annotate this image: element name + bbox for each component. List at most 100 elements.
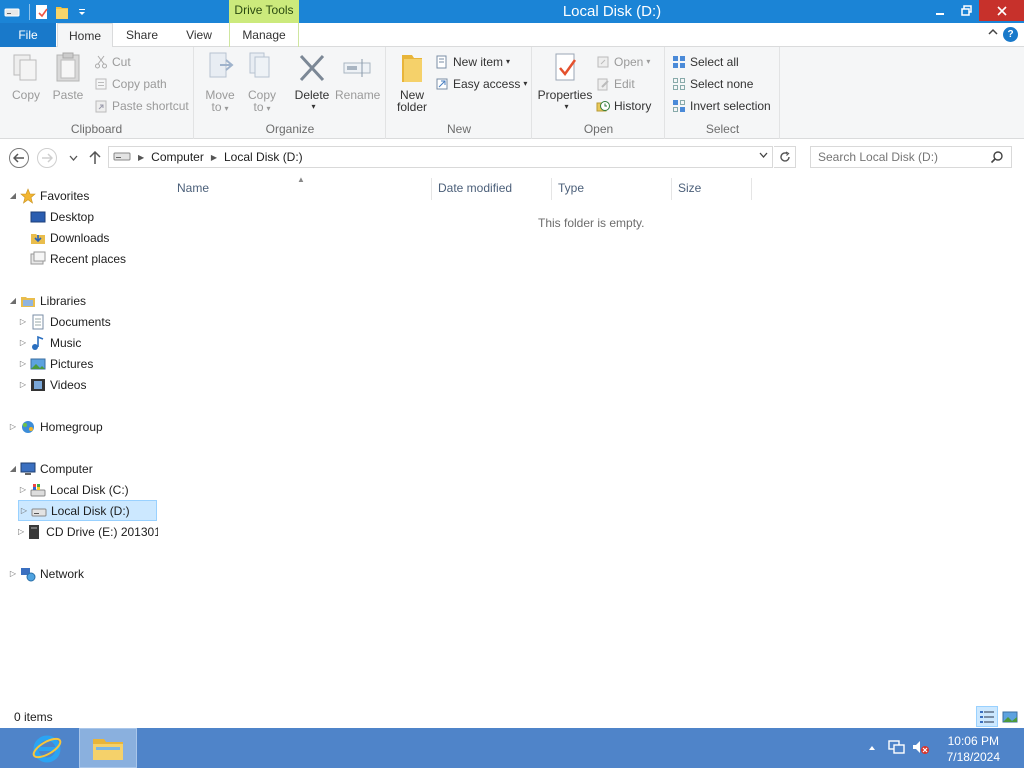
- clock-date: 7/18/2024: [946, 750, 1000, 764]
- nav-downloads[interactable]: Downloads: [18, 227, 109, 248]
- forward-button[interactable]: [37, 148, 57, 168]
- paste-button[interactable]: Paste: [50, 51, 86, 102]
- nav-cd-drive[interactable]: ▷ CD Drive (E:) 201301: [18, 521, 158, 542]
- nav-network-label: Network: [40, 566, 85, 581]
- new-item-label: New item: [453, 55, 504, 69]
- expand-arrow-icon[interactable]: ▷: [18, 485, 28, 494]
- nav-libraries[interactable]: ◢ Libraries: [8, 290, 86, 311]
- address-dropdown-icon[interactable]: [759, 150, 768, 160]
- new-folder-icon: [402, 55, 422, 82]
- nav-local-disk-c[interactable]: ▷ Local Disk (C:): [18, 479, 129, 500]
- tab-file[interactable]: File: [0, 23, 56, 47]
- expand-arrow-icon[interactable]: ▷: [19, 506, 29, 515]
- edit-icon: [597, 78, 609, 91]
- back-button[interactable]: [9, 148, 29, 168]
- column-header-size[interactable]: Size: [678, 181, 701, 197]
- breadcrumb-local-disk-d[interactable]: Local Disk (D:): [224, 150, 303, 164]
- restore-button[interactable]: [953, 0, 979, 21]
- collapse-arrow-icon[interactable]: ◢: [8, 296, 18, 305]
- nav-pictures[interactable]: ▷ Pictures: [18, 353, 93, 374]
- volume-muted-icon[interactable]: [912, 739, 930, 757]
- rename-button[interactable]: Rename: [335, 51, 380, 102]
- nav-homegroup[interactable]: ▷ Homegroup: [8, 416, 103, 437]
- invert-selection-button[interactable]: Invert selection: [672, 96, 771, 116]
- copy-to-button[interactable]: Copy to ▾: [243, 51, 281, 114]
- column-header-date-modified[interactable]: Date modified: [438, 181, 512, 197]
- easy-access-button[interactable]: Easy access ▾: [435, 74, 527, 94]
- select-all-button[interactable]: Select all: [672, 52, 739, 72]
- nav-local-disk-d[interactable]: ▷ Local Disk (D:): [18, 500, 157, 521]
- tab-home[interactable]: Home: [57, 23, 113, 48]
- column-header-type[interactable]: Type: [558, 181, 584, 197]
- network-status-icon[interactable]: [888, 739, 906, 757]
- address-bar[interactable]: ▶ Computer ▶ Local Disk (D:): [108, 146, 773, 168]
- column-divider[interactable]: [431, 178, 432, 200]
- properties-button[interactable]: Properties ▾: [537, 51, 593, 112]
- collapse-arrow-icon[interactable]: ◢: [8, 464, 18, 473]
- nav-cd-drive-label: CD Drive (E:) 201301: [46, 524, 158, 539]
- details-view-button[interactable]: [976, 706, 998, 727]
- expand-arrow-icon[interactable]: ▷: [18, 317, 28, 326]
- history-button[interactable]: History: [596, 96, 651, 116]
- column-divider[interactable]: [671, 178, 672, 200]
- delete-button[interactable]: Delete ▾: [293, 51, 331, 112]
- expand-arrow-icon[interactable]: ▷: [18, 359, 28, 368]
- nav-computer[interactable]: ◢ Computer: [8, 458, 93, 479]
- copy-button[interactable]: Copy: [8, 51, 44, 102]
- nav-desktop[interactable]: Desktop: [18, 206, 94, 227]
- expand-arrow-icon[interactable]: ▷: [18, 380, 28, 389]
- breadcrumb-separator-icon[interactable]: ▶: [211, 153, 217, 162]
- nav-local-disk-c-label: Local Disk (C:): [50, 482, 129, 497]
- refresh-button[interactable]: [774, 146, 796, 168]
- expand-arrow-icon[interactable]: ▷: [8, 569, 18, 578]
- new-folder-button[interactable]: New folder: [391, 51, 433, 113]
- search-input[interactable]: [810, 146, 1012, 168]
- back-arrow-icon: [13, 153, 24, 163]
- nav-documents[interactable]: ▷ Documents: [18, 311, 111, 332]
- expand-arrow-icon[interactable]: ▷: [8, 422, 18, 431]
- paste-shortcut-button[interactable]: Paste shortcut: [94, 96, 189, 116]
- internet-explorer-taskbar-button[interactable]: [18, 728, 76, 768]
- cut-button[interactable]: Cut: [94, 52, 131, 72]
- column-divider[interactable]: [751, 178, 752, 200]
- search-icon[interactable]: [990, 150, 1004, 164]
- column-divider[interactable]: [551, 178, 552, 200]
- expand-arrow-icon[interactable]: ▷: [18, 338, 28, 347]
- move-to-button[interactable]: Move to ▾: [201, 51, 239, 114]
- history-icon: [596, 101, 610, 112]
- breadcrumb-separator-icon[interactable]: ▶: [138, 153, 144, 162]
- open-button[interactable]: Open ▾: [596, 52, 650, 72]
- minimize-button[interactable]: [927, 0, 953, 21]
- status-bar: 0 items: [0, 705, 1024, 728]
- nav-downloads-label: Downloads: [50, 230, 110, 245]
- window-title: Local Disk (D:): [562, 3, 662, 20]
- new-item-button[interactable]: New item ▾: [435, 52, 510, 72]
- taskbar-clock[interactable]: 10:06 PM 7/18/2024: [947, 733, 1000, 765]
- copy-path-button[interactable]: Copy path: [94, 74, 167, 94]
- recent-locations-button[interactable]: [62, 147, 84, 169]
- nav-videos[interactable]: ▷ Videos: [18, 374, 87, 395]
- select-none-button[interactable]: Select none: [672, 74, 753, 94]
- help-icon[interactable]: ?: [1003, 27, 1018, 42]
- tab-view[interactable]: View: [176, 23, 222, 47]
- nav-pictures-label: Pictures: [50, 356, 94, 371]
- file-explorer-taskbar-button[interactable]: [79, 728, 137, 768]
- edit-button[interactable]: Edit: [596, 74, 635, 94]
- nav-recent-places[interactable]: Recent places: [18, 248, 126, 269]
- nav-favorites[interactable]: ◢ Favorites: [8, 185, 89, 206]
- up-button[interactable]: [84, 147, 106, 169]
- expand-arrow-icon[interactable]: ▷: [18, 527, 24, 536]
- nav-recent-places-label: Recent places: [50, 251, 127, 266]
- breadcrumb-computer[interactable]: Computer: [151, 150, 204, 164]
- nav-network[interactable]: ▷ Network: [8, 563, 84, 584]
- expand-ribbon-icon[interactable]: [988, 27, 998, 39]
- show-hidden-icons-icon[interactable]: [868, 743, 876, 753]
- close-button[interactable]: [979, 0, 1024, 21]
- nav-music[interactable]: ▷ Music: [18, 332, 81, 353]
- column-header-name[interactable]: Name: [177, 181, 209, 197]
- tab-share[interactable]: Share: [116, 23, 168, 47]
- large-icons-view-button[interactable]: [999, 706, 1021, 727]
- collapse-arrow-icon[interactable]: ◢: [8, 191, 18, 200]
- chevron-down-icon: [69, 155, 77, 161]
- tab-manage[interactable]: Manage: [229, 23, 299, 47]
